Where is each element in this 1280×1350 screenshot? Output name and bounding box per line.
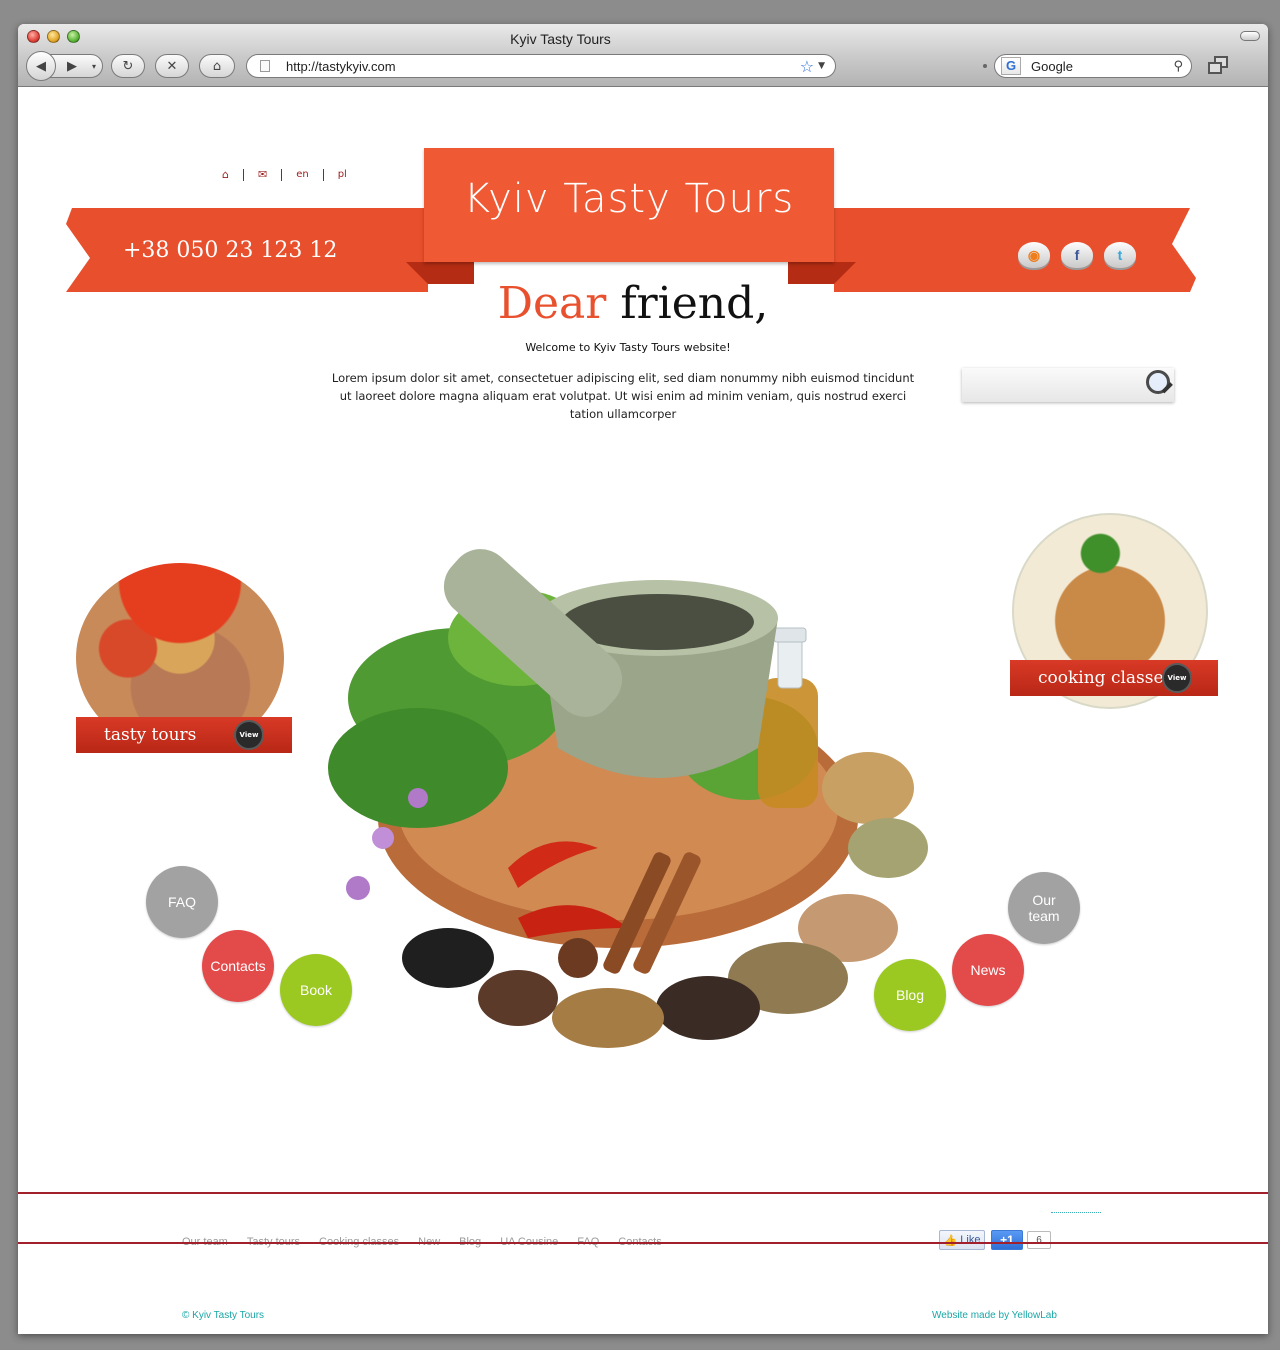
home-icon: ⌂ [222,168,229,181]
magnifier-icon[interactable] [1146,370,1170,394]
page-icon [260,60,270,72]
language-en-link[interactable]: en [282,169,323,180]
search-icon[interactable]: ⚲ [1173,59,1183,74]
facebook-like-button[interactable]: 👍 Like [939,1230,985,1250]
forward-button[interactable]: ▶ [56,55,88,77]
site-logo[interactable]: Kyiv Tasty Tours [424,176,834,222]
home-button[interactable]: ⌂ [199,54,235,78]
browser-window: Kyiv Tasty Tours ◀ ▶ ▾ ↻ ✕ ⌂ http://tast… [18,24,1268,1334]
welcome-text: Welcome to Kyiv Tasty Tours website! [525,341,731,354]
copyright-text[interactable]: © Kyiv Tasty Tours [182,1310,264,1321]
contacts-bubble[interactable]: Contacts [202,930,274,1002]
toolbar-separator [983,64,987,68]
reload-icon: ↻ [122,58,134,74]
search-placeholder[interactable]: Google [1031,59,1173,74]
history-dropdown[interactable]: ▾ [88,55,100,77]
book-bubble[interactable]: Book [280,954,352,1026]
window-title: Kyiv Tasty Tours [510,31,611,47]
browser-toolbar: Kyiv Tasty Tours ◀ ▶ ▾ ↻ ✕ ⌂ http://tast… [18,24,1268,87]
top-utility-links: ⌂ ✉ en pl [208,168,361,181]
google-icon[interactable]: G [1001,57,1021,75]
reload-button[interactable]: ↻ [111,54,145,78]
greeting-heading: Dear friend, [18,278,1248,329]
browser-search-field[interactable]: G Google ⚲ [994,54,1192,78]
cooking-classes-label[interactable]: cooking classes [1038,668,1172,688]
web-page: ⌂ ✉ en pl Kyiv Tasty Tours +38 050 23 12… [18,88,1268,1334]
intro-paragraph: Lorem ipsum dolor sit amet, consectetuer… [331,371,915,421]
greeting-accent: Dear [497,278,607,329]
tab-overview-button[interactable] [1208,56,1228,76]
bookmark-star-icon[interactable]: ☆ [800,57,814,76]
our-team-bubble[interactable]: Our team [1008,872,1080,944]
address-bar[interactable]: http://tastykyiv.com ☆ ▼ [246,54,836,78]
facebook-icon[interactable]: f [1061,242,1093,268]
footer-dotted-rule [1051,1212,1101,1213]
blog-bubble[interactable]: Blog [874,959,946,1031]
tasty-tours-label[interactable]: tasty tours [104,725,196,745]
phone-number: +38 050 23 123 12 [123,238,338,263]
close-icon: ✕ [166,58,178,74]
url-text[interactable]: http://tastykyiv.com [286,59,800,74]
envelope-icon: ✉ [257,168,268,181]
feature-tasty-tours[interactable]: tasty tours View [76,563,292,763]
arrow-left-icon: ◀ [36,58,46,74]
chevron-down-icon[interactable]: ▼ [818,61,825,71]
view-cooking-classes-button[interactable]: View [1162,663,1192,693]
feature-cooking-classes[interactable]: cooking classes View [1010,513,1220,723]
chevron-down-icon: ▾ [91,61,96,71]
logo-banner[interactable]: Kyiv Tasty Tours [424,148,834,262]
back-forward-control: ◀ ▶ ▾ [26,51,103,81]
rss-icon[interactable]: ◉ [1018,242,1050,268]
home-link[interactable]: ⌂ [208,168,243,181]
made-by-link[interactable]: Website made by YellowLab [932,1310,1057,1321]
footer-bottom-rule [18,1242,1268,1244]
site-search-field[interactable] [962,368,1174,402]
plus-one-count: 6 [1027,1231,1051,1249]
toolbar-toggle-button[interactable] [1240,31,1260,41]
faq-bubble[interactable]: FAQ [146,866,218,938]
hero-image-spices [288,488,928,1048]
back-button[interactable]: ◀ [26,51,56,81]
thumbs-up-icon: 👍 [943,1234,958,1247]
google-plus-one-button[interactable]: +1 [991,1230,1023,1250]
window-icon [1208,62,1222,74]
twitter-icon[interactable]: t [1104,242,1136,268]
mail-link[interactable]: ✉ [244,168,281,181]
language-pl-link[interactable]: pl [324,169,361,180]
home-icon: ⌂ [212,58,222,74]
news-bubble[interactable]: News [952,934,1024,1006]
footer-top-rule [18,1192,1268,1194]
greeting-rest: friend, [620,278,769,329]
stop-button[interactable]: ✕ [155,54,189,78]
like-label: Like [960,1234,981,1246]
view-tasty-tours-button[interactable]: View [234,720,264,750]
arrow-right-icon: ▶ [67,58,77,74]
